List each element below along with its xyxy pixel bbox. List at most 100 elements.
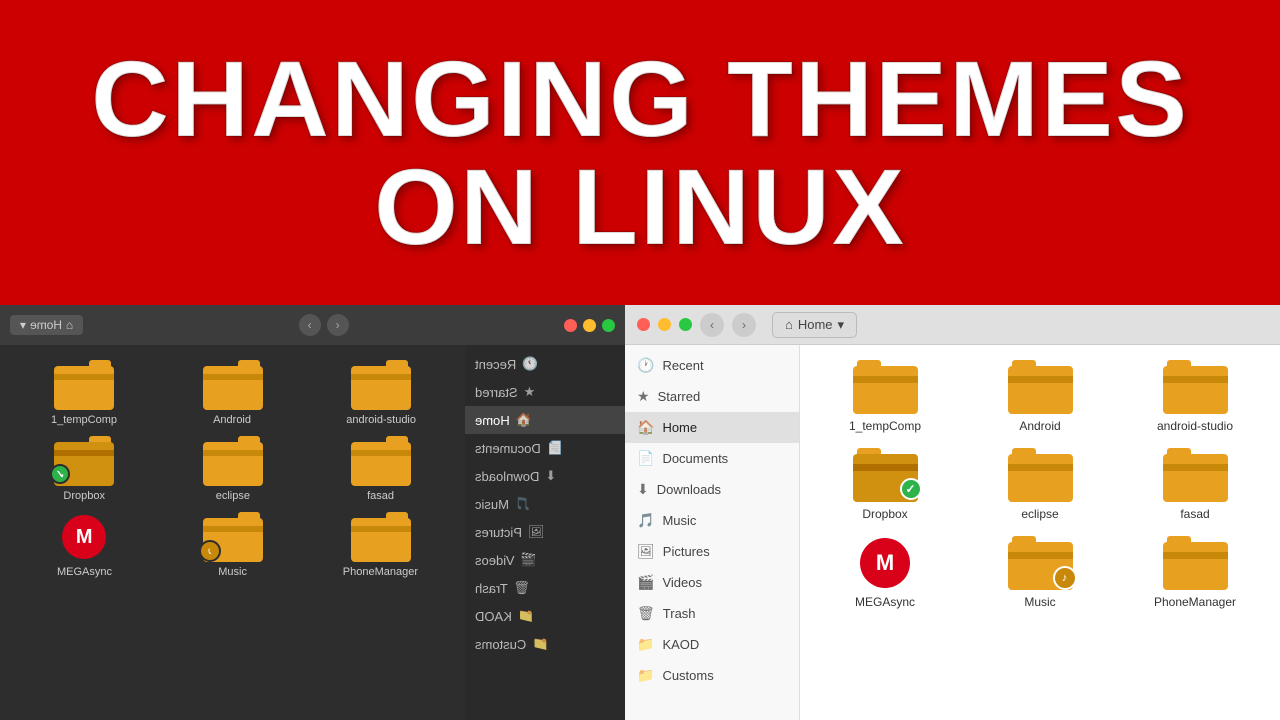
left-sidebar-item-home[interactable]: 🏠 Home	[465, 406, 625, 434]
folder-icon: 📁	[637, 636, 654, 653]
dropbox-badge: ✓	[900, 478, 922, 500]
left-close-btn[interactable]	[564, 319, 577, 332]
downloads-icon: ⬇	[545, 468, 556, 484]
list-item[interactable]: fasad	[1125, 448, 1265, 521]
music-badge: ♪	[1053, 566, 1077, 590]
file-name: Music	[218, 566, 247, 578]
sidebar-label: KAOD	[475, 609, 512, 624]
right-home-btn[interactable]: ⌂ Home ▾	[772, 312, 857, 338]
right-close-btn[interactable]	[637, 318, 650, 331]
list-item[interactable]: ✓ Dropbox	[15, 436, 153, 502]
right-sidebar-item-starred[interactable]: ★ Starred	[625, 381, 799, 412]
list-item[interactable]: M MEGAsync	[815, 536, 955, 609]
left-forward-btn[interactable]: ›	[299, 314, 321, 336]
sidebar-label: Videos	[662, 575, 702, 590]
left-minimize-btn[interactable]	[583, 319, 596, 332]
right-sidebar-item-downloads[interactable]: ⬇ Downloads	[625, 474, 799, 505]
sidebar-label: Downloads	[475, 469, 539, 484]
right-file-area: 1_tempComp Android	[800, 345, 1280, 720]
file-name: MEGAsync	[855, 595, 915, 609]
trash-icon: 🗑	[637, 605, 655, 622]
right-sidebar-item-documents[interactable]: 📄 Documents	[625, 443, 799, 474]
right-titlebar: ‹ › ⌂ Home ▾	[625, 305, 1280, 345]
banner-line1: CHANGING THEMES	[91, 38, 1189, 159]
home-icon: ⌂	[785, 317, 793, 332]
list-item[interactable]: 1_tempComp	[815, 360, 955, 433]
left-sidebar: 🕐 Recent ★ Starred 🏠 Home 📄 Documents ⬇	[465, 345, 625, 720]
list-item[interactable]: PhoneManager	[1125, 536, 1265, 609]
dropdown-icon: ▾	[20, 318, 26, 332]
left-sidebar-item-recent[interactable]: 🕐 Recent	[465, 350, 625, 378]
sidebar-label: Videos	[475, 553, 515, 568]
left-back-btn[interactable]: ‹	[327, 314, 349, 336]
list-item[interactable]: eclipse	[970, 448, 1110, 521]
right-sidebar-item-videos[interactable]: 🎬 Videos	[625, 567, 799, 598]
right-sidebar-item-customs[interactable]: 📁 Customs	[625, 660, 799, 691]
music-icon: 🎵	[515, 496, 531, 512]
list-item[interactable]: Android	[163, 360, 301, 426]
left-sidebar-item-downloads[interactable]: ⬇ Downloads	[465, 462, 625, 490]
star-icon: ★	[637, 388, 650, 405]
left-sidebar-item-music[interactable]: 🎵 Music	[465, 490, 625, 518]
list-item[interactable]: android-studio	[312, 360, 450, 426]
list-item[interactable]: PhoneManager	[312, 512, 450, 578]
sidebar-label: Documents	[475, 441, 541, 456]
list-item[interactable]: eclipse	[163, 436, 301, 502]
file-name: eclipse	[215, 490, 249, 502]
list-item[interactable]: ♪ Music	[970, 536, 1110, 609]
star-icon: ★	[524, 384, 536, 400]
right-sidebar-item-music[interactable]: 🎵 Music	[625, 505, 799, 536]
sidebar-label: Music	[475, 497, 509, 512]
right-sidebar-item-recent[interactable]: 🕐 Recent	[625, 350, 799, 381]
left-sidebar-item-trash[interactable]: 🗑 Trash	[465, 574, 625, 602]
left-file-area: android-studio Android	[0, 345, 465, 720]
music-icon: 🎵	[637, 512, 654, 529]
list-item[interactable]: ✓ Dropbox	[815, 448, 955, 521]
right-home-label: Home	[798, 317, 833, 332]
left-sidebar-item-starred[interactable]: ★ Starred	[465, 378, 625, 406]
sidebar-label: Music	[662, 513, 696, 528]
trash-icon: 🗑	[514, 580, 531, 596]
home-icon: 🏠	[516, 412, 532, 428]
mega-icon: M	[860, 538, 910, 588]
file-name: android-studio	[346, 414, 416, 426]
right-sidebar: 🕐 Recent ★ Starred 🏠 Home 📄 Documents ⬇	[625, 345, 800, 720]
file-name: fasad	[367, 490, 394, 502]
list-item[interactable]: Android	[970, 360, 1110, 433]
list-item[interactable]: M MEGAsync	[15, 512, 153, 578]
left-sidebar-item-kaod[interactable]: 📁 KAOD	[465, 602, 625, 630]
sidebar-label: Recent	[475, 357, 516, 372]
list-item[interactable]: android-studio	[1125, 360, 1265, 433]
sidebar-label: Trash	[663, 606, 696, 621]
pictures-icon: 🖼	[528, 524, 545, 540]
right-maximize-btn[interactable]	[679, 318, 692, 331]
left-sidebar-item-videos[interactable]: 🎬 Videos	[465, 546, 625, 574]
recent-icon: 🕐	[522, 356, 538, 372]
file-name: Android	[1019, 419, 1060, 433]
list-item[interactable]: ♪ Music	[163, 512, 301, 578]
right-back-btn[interactable]: ‹	[700, 313, 724, 337]
left-sidebar-item-documents[interactable]: 📄 Documents	[465, 434, 625, 462]
left-home-label: Home	[30, 318, 62, 332]
sidebar-label: Home	[475, 413, 510, 428]
sidebar-label: KAOD	[662, 637, 699, 652]
list-item[interactable]: fasad	[312, 436, 450, 502]
left-sidebar-item-pictures[interactable]: 🖼 Pictures	[465, 518, 625, 546]
left-maximize-btn[interactable]	[602, 319, 615, 332]
right-sidebar-item-trash[interactable]: 🗑 Trash	[625, 598, 799, 629]
documents-icon: 📄	[637, 450, 654, 467]
right-sidebar-item-home[interactable]: 🏠 Home	[625, 412, 799, 443]
right-sidebar-item-pictures[interactable]: 🖼 Pictures	[625, 536, 799, 567]
right-sidebar-item-kaod[interactable]: 📁 KAOD	[625, 629, 799, 660]
list-item[interactable]: 1_tempComp	[15, 360, 153, 426]
file-name: android-studio	[1157, 419, 1233, 433]
left-sidebar-item-customs[interactable]: 📁 Customs	[465, 630, 625, 658]
sidebar-label: Documents	[662, 451, 728, 466]
left-home-btn[interactable]: ⌂ Home ▾	[10, 315, 83, 335]
sidebar-label: Starred	[475, 385, 518, 400]
file-name: 1_tempComp	[849, 419, 921, 433]
right-minimize-btn[interactable]	[658, 318, 671, 331]
documents-icon: 📄	[547, 440, 563, 456]
right-forward-btn[interactable]: ›	[732, 313, 756, 337]
left-window: ‹ › ⌂ Home ▾ 🕐 Recent ★ Starred 🏠	[0, 305, 625, 720]
